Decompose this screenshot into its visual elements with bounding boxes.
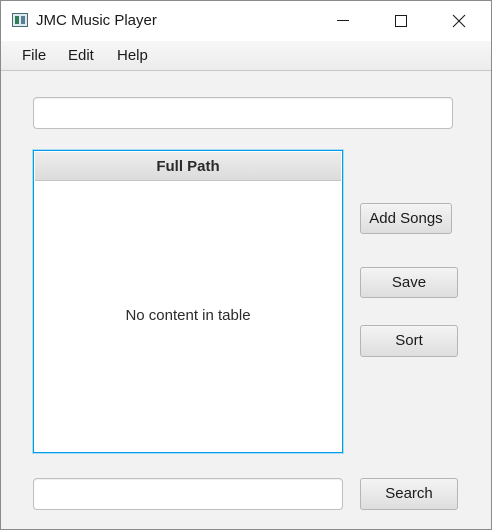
minimize-icon <box>337 20 349 21</box>
table-empty-placeholder: No content in table <box>125 307 251 324</box>
search-input[interactable] <box>33 478 343 510</box>
menu-help[interactable]: Help <box>117 47 148 64</box>
close-icon <box>452 14 466 28</box>
menu-bar: File Edit Help <box>1 41 491 71</box>
minimize-button[interactable] <box>314 1 372 41</box>
maximize-button[interactable] <box>372 1 430 41</box>
app-icon <box>12 13 28 27</box>
title-bar[interactable]: JMC Music Player <box>1 1 491 41</box>
close-button[interactable] <box>430 1 488 41</box>
column-header-full-path[interactable]: Full Path <box>35 158 341 175</box>
menu-file[interactable]: File <box>22 47 46 64</box>
menu-edit[interactable]: Edit <box>68 47 94 64</box>
window-title: JMC Music Player <box>36 12 157 29</box>
search-button[interactable]: Search <box>360 478 458 510</box>
save-button[interactable]: Save <box>360 267 458 298</box>
table-header[interactable]: Full Path <box>35 152 341 181</box>
maximize-icon <box>395 15 407 27</box>
sort-button[interactable]: Sort <box>360 325 458 357</box>
songs-table[interactable]: Full Path No content in table <box>33 150 343 453</box>
app-window: JMC Music Player File Edit Help Full Pat… <box>0 0 492 530</box>
path-input[interactable] <box>33 97 453 129</box>
add-songs-button[interactable]: Add Songs <box>360 203 452 234</box>
